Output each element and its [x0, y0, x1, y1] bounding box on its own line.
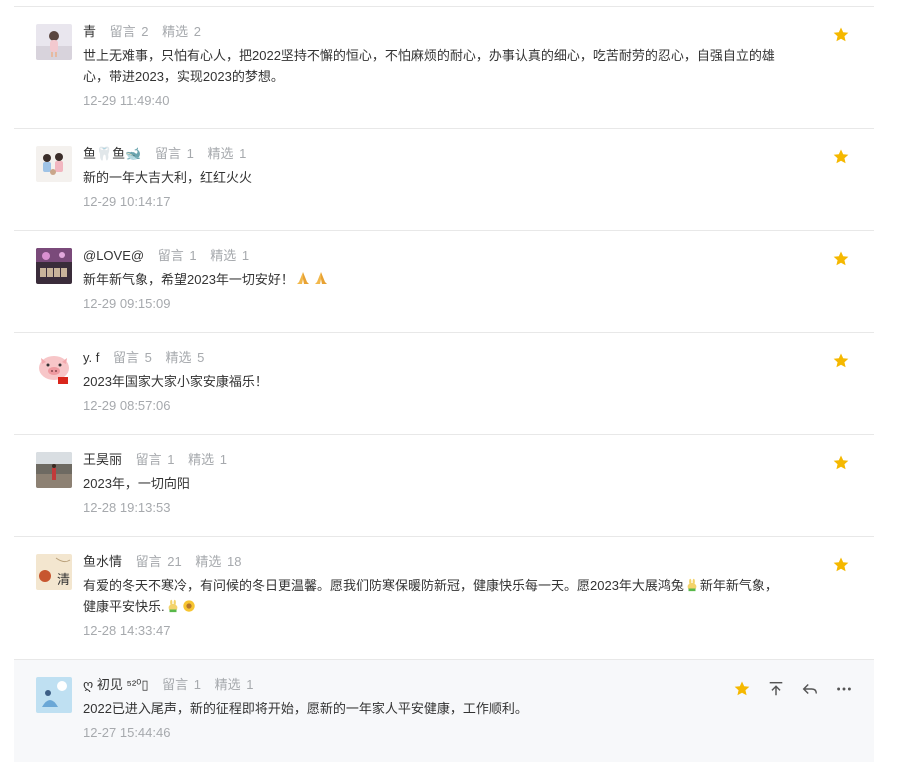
- liuyan-label: 留言: [157, 248, 184, 263]
- liuyan-label: 留言: [109, 24, 136, 39]
- avatar[interactable]: [36, 146, 72, 182]
- author-name[interactable]: 王昊丽: [83, 452, 122, 467]
- liuyan-value: 1: [189, 248, 197, 263]
- star-icon[interactable]: [832, 148, 850, 166]
- author-name[interactable]: y. f: [83, 350, 99, 365]
- comment-item: 鱼🦷鱼🐋 留言 1 精选 1 新的一年大吉大利，红红火火 12-29 10:14…: [14, 129, 874, 231]
- avatar[interactable]: [36, 248, 72, 284]
- svg-text:清: 清: [57, 573, 70, 588]
- comment-item: ღ 初见 ⁵²⁰▯ 留言 1 精选 1 2022已进入尾声，新的征程即将开始，愿…: [14, 660, 874, 762]
- liuyan-label: 留言: [162, 677, 189, 692]
- comment-time: 12-29 10:14:17: [83, 194, 171, 209]
- comment-text: 世上无难事，只怕有心人，把2022坚持不懈的恒心，不怕麻烦的耐心，办事认真的细心…: [83, 48, 775, 84]
- rabbit-emoji: [687, 578, 697, 592]
- comment-time: 12-29 11:49:40: [83, 93, 170, 108]
- pray-emoji: [314, 272, 327, 284]
- liuyan-value: 5: [144, 350, 152, 365]
- comment-time: 12-27 15:44:46: [83, 725, 171, 740]
- comment-item: 青 留言 2 精选 2 世上无难事，只怕有心人，把2022坚持不懈的恒心，不怕麻…: [14, 7, 874, 129]
- comment-time: 12-29 09:15:09: [83, 296, 171, 311]
- comment-time: 12-28 19:13:53: [83, 500, 171, 515]
- jingxuan-label: 精选: [162, 24, 189, 39]
- jingxuan-value: 1: [241, 248, 250, 263]
- author-name[interactable]: @LOVE@: [83, 248, 144, 263]
- avatar[interactable]: [36, 677, 72, 713]
- comment-item: 王昊丽 留言 1 精选 1 2023年，一切向阳 12-28 19:13:53: [14, 435, 874, 537]
- avatar[interactable]: [36, 452, 72, 488]
- more-icon[interactable]: [834, 679, 854, 699]
- sunflower-emoji: [182, 600, 195, 612]
- comment-text: 2023年国家大家小家安康福乐！: [83, 374, 268, 389]
- comment-time: 12-28 14:33:47: [83, 623, 171, 638]
- liuyan-count: 留言 2: [110, 24, 149, 39]
- comment-actions: [732, 679, 854, 699]
- comment-text: 有爱的冬天不寒冷，有问候的冬日更温馨。愿我们防寒保暖防新冠，健康快乐每一天。愿2…: [83, 575, 784, 617]
- jingxuan-label: 精选: [210, 248, 237, 263]
- author-name[interactable]: 鱼水情: [83, 554, 122, 569]
- comment-text-part: 有爱的冬天不寒冷，有问候的冬日更温馨。愿我们防寒保暖防新冠，健康快乐每一天。愿2…: [83, 578, 684, 593]
- jingxuan-count: 精选 2: [162, 24, 201, 39]
- jingxuan-value: 18: [227, 554, 242, 569]
- star-icon[interactable]: [832, 454, 850, 472]
- avatar[interactable]: [36, 24, 72, 60]
- avatar[interactable]: [36, 350, 72, 386]
- liuyan-count: 留言 1: [155, 146, 194, 161]
- jingxuan-count: 精选 18: [195, 554, 241, 569]
- comment-time: 12-29 08:57:06: [83, 398, 171, 413]
- pin-to-top-icon[interactable]: [766, 679, 786, 699]
- jingxuan-value: 2: [193, 24, 202, 39]
- star-icon[interactable]: [832, 556, 850, 574]
- jingxuan-label: 精选: [214, 677, 241, 692]
- jingxuan-label: 精选: [165, 350, 192, 365]
- pray-emoji: [296, 272, 309, 284]
- author-name[interactable]: ღ 初见 ⁵²⁰▯: [83, 677, 149, 692]
- author-name[interactable]: 鱼🦷鱼🐋: [83, 146, 141, 161]
- liuyan-count: 留言 1: [136, 452, 175, 467]
- jingxuan-label: 精选: [207, 146, 234, 161]
- comment-item: 清 鱼水情 留言 21 精选 18 有爱的冬天不寒冷，有问候的冬日更温馨。愿我们…: [14, 537, 874, 660]
- star-icon[interactable]: [832, 26, 850, 44]
- jingxuan-label: 精选: [188, 452, 215, 467]
- liuyan-count: 留言 21: [136, 554, 182, 569]
- star-icon[interactable]: [732, 679, 752, 699]
- comment-item: y. f 留言 5 精选 5 2023年国家大家小家安康福乐！ 12-29 08…: [14, 333, 874, 435]
- comment-text: 新年新气象，希望2023年一切安好！: [83, 269, 784, 290]
- jingxuan-count: 精选 5: [166, 350, 205, 365]
- jingxuan-count: 精选 1: [188, 452, 227, 467]
- jingxuan-value: 1: [239, 146, 247, 161]
- comment-text: 2023年，一切向阳: [83, 476, 190, 491]
- liuyan-count: 留言 1: [162, 677, 201, 692]
- jingxuan-count: 精选 1: [215, 677, 254, 692]
- jingxuan-value: 1: [219, 452, 228, 467]
- rabbit-emoji: [168, 599, 177, 613]
- liuyan-label: 留言: [155, 146, 182, 161]
- star-icon[interactable]: [832, 250, 850, 268]
- avatar[interactable]: 清: [36, 554, 72, 590]
- star-icon[interactable]: [832, 352, 850, 370]
- liuyan-value: 2: [141, 24, 149, 39]
- liuyan-count: 留言 1: [158, 248, 197, 263]
- comment-text: 2022已进入尾声，新的征程即将开始，愿新的一年家人平安健康，工作顺利。: [83, 701, 528, 716]
- comment-text: 新的一年大吉大利，红红火火: [83, 170, 253, 185]
- comment-list: 青 留言 2 精选 2 世上无难事，只怕有心人，把2022坚持不懈的恒心，不怕麻…: [14, 6, 874, 762]
- comment-item: @LOVE@ 留言 1 精选 1 新年新气象，希望2023年一切安好！ 12-2…: [14, 231, 874, 333]
- jingxuan-count: 精选 1: [208, 146, 247, 161]
- liuyan-label: 留言: [135, 452, 162, 467]
- liuyan-label: 留言: [135, 554, 162, 569]
- jingxuan-value: 1: [246, 677, 254, 692]
- comment-text-main: 新年新气象，希望2023年一切安好！: [83, 272, 294, 287]
- liuyan-value: 1: [186, 146, 194, 161]
- liuyan-value: 1: [167, 452, 175, 467]
- jingxuan-count: 精选 1: [210, 248, 249, 263]
- liuyan-count: 留言 5: [113, 350, 152, 365]
- jingxuan-value: 5: [197, 350, 205, 365]
- liuyan-value: 21: [167, 554, 182, 569]
- liuyan-value: 1: [193, 677, 202, 692]
- author-name[interactable]: 青: [83, 24, 96, 39]
- jingxuan-label: 精选: [195, 554, 222, 569]
- reply-icon[interactable]: [800, 679, 820, 699]
- liuyan-label: 留言: [113, 350, 140, 365]
